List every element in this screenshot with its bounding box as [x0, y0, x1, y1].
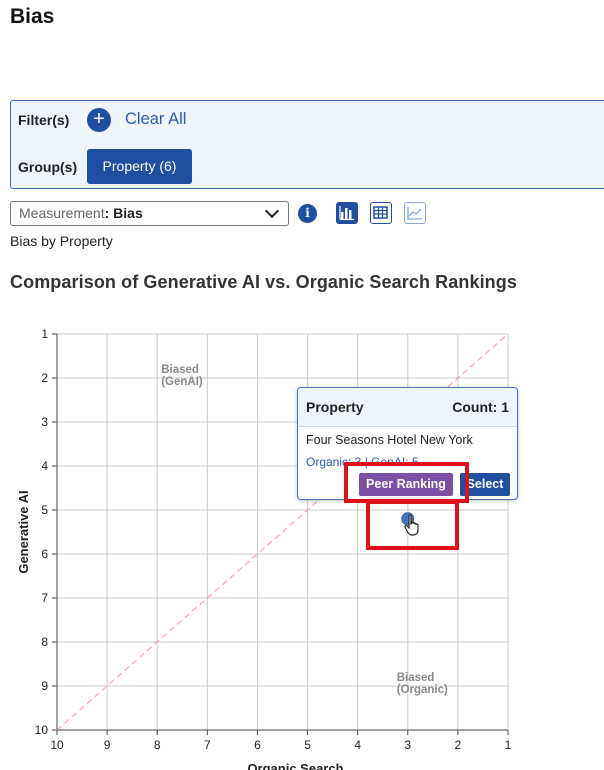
- x-tick-label: 3: [404, 738, 411, 752]
- tooltip-count: Count: 1: [452, 399, 509, 415]
- x-axis-title: Organic Search: [247, 761, 343, 770]
- x-tick-label: 4: [354, 738, 361, 752]
- tooltip-header-label: Property: [306, 399, 364, 415]
- y-tick-label: 7: [41, 591, 48, 605]
- hand-cursor-icon: [404, 514, 419, 536]
- tooltip-ranks: Organic: 3 | GenAI: 5: [306, 455, 419, 469]
- x-tick-label: 8: [154, 738, 161, 752]
- y-tick-label: 6: [41, 547, 48, 561]
- x-tick-label: 2: [455, 738, 462, 752]
- y-tick-label: 3: [41, 415, 48, 429]
- bias-annotation: Biased: [397, 672, 435, 684]
- y-tick-label: 5: [41, 503, 48, 517]
- y-tick-label: 1: [41, 327, 48, 341]
- bias-annotation: (Organic): [397, 684, 448, 696]
- x-tick-label: 9: [104, 738, 111, 752]
- y-tick-label: 10: [35, 723, 49, 737]
- bias-annotation: (GenAI): [161, 376, 203, 388]
- y-axis-title: Generative AI: [16, 490, 31, 573]
- tooltip-header: Property Count: 1: [298, 388, 517, 427]
- x-tick-label: 6: [254, 738, 261, 752]
- bias-annotation: Biased: [161, 364, 199, 376]
- peer-ranking-button[interactable]: Peer Ranking: [359, 473, 453, 496]
- x-tick-label: 1: [505, 738, 512, 752]
- y-tick-label: 4: [41, 459, 48, 473]
- y-tick-label: 2: [41, 371, 48, 385]
- x-tick-label: 10: [50, 738, 64, 752]
- y-tick-label: 9: [41, 679, 48, 693]
- x-tick-label: 7: [204, 738, 211, 752]
- tooltip-property-name: Four Seasons Hotel New York: [306, 433, 473, 447]
- scatter-chart: 10 9 8 7 6 5 4 3 2 1 1 2 3 4 5 6 7 8 9 10 Organic Search Gene…: [16, 327, 512, 770]
- select-button[interactable]: Select: [460, 473, 510, 496]
- y-tick-label: 8: [41, 635, 48, 649]
- x-tick-label: 5: [304, 738, 311, 752]
